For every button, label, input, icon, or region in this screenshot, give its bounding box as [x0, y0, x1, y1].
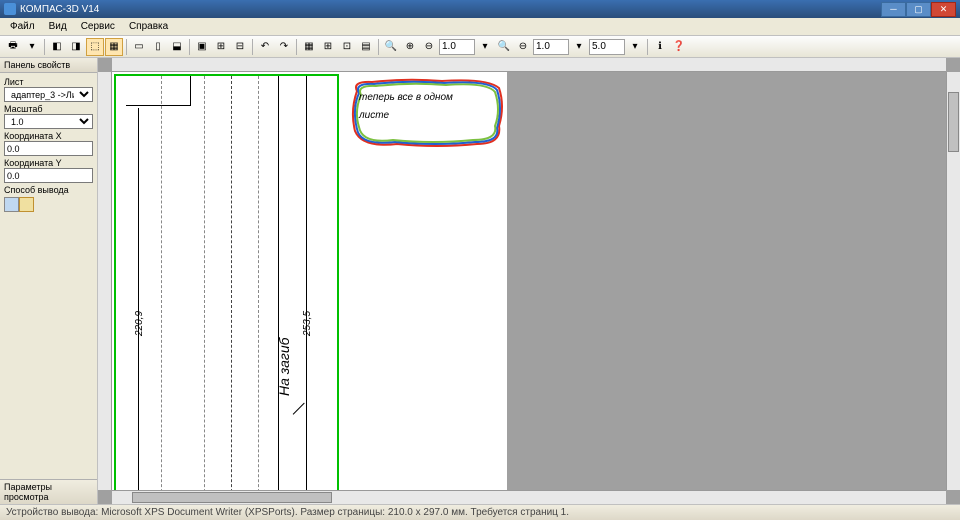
zoom-combo-2[interactable] [533, 39, 569, 55]
ruler-horizontal[interactable] [112, 58, 946, 72]
zoom-dropdown-2[interactable]: ▾ [570, 38, 588, 56]
tool-icon-10[interactable]: ⊟ [231, 38, 249, 56]
sidebar-footer: Параметры просмотра [0, 479, 97, 504]
menu-file[interactable]: Файл [4, 19, 41, 34]
titlebar: КОМПАС-3D V14 ─ ▢ ✕ [0, 0, 960, 18]
menu-help[interactable]: Справка [123, 19, 174, 34]
dim-line-2 [306, 76, 307, 490]
zoom-in-icon[interactable]: ⊕ [401, 38, 419, 56]
statusbar: Устройство вывода: Microsoft XPS Documen… [0, 504, 960, 520]
annotation-bubble: теперь все в одном листе [347, 76, 507, 151]
zoom-icon-3[interactable]: ⊖ [514, 38, 532, 56]
fold-label: На загиб [276, 338, 292, 397]
zoom-dropdown-1[interactable]: ▾ [476, 38, 494, 56]
coordy-input[interactable] [4, 168, 93, 183]
tool-icon-6[interactable]: ▯ [149, 38, 167, 56]
close-button[interactable]: ✕ [931, 2, 956, 17]
canvas-area: 220,9 253,5 На загиб теперь все в одном … [98, 58, 960, 504]
scrollbar-vertical[interactable] [946, 72, 960, 490]
print-dropdown-icon[interactable]: ▾ [23, 38, 41, 56]
scrollbar-horizontal[interactable] [112, 490, 946, 504]
tool-icon-5[interactable]: ▭ [130, 38, 148, 56]
tool-icon-1[interactable]: ◧ [48, 38, 66, 56]
dimension-1: 220,9 [134, 311, 145, 336]
rotate-right-icon[interactable]: ↷ [275, 38, 293, 56]
tool-icon-4[interactable]: ▦ [105, 38, 123, 56]
dimension-2: 253,5 [302, 311, 313, 336]
scale-label: Масштаб [4, 104, 93, 114]
panel-header: Панель свойств [0, 58, 97, 73]
dim-line-1 [138, 108, 139, 490]
grid-icon-2[interactable]: ⊞ [319, 38, 337, 56]
mode-button-1[interactable] [4, 197, 19, 212]
properties-panel: Панель свойств Лист адаптер_3 ->Лист 1 М… [0, 58, 98, 504]
drawing-frame: 220,9 253,5 На загиб [114, 74, 339, 490]
grid-icon-4[interactable]: ▤ [357, 38, 375, 56]
coordx-input[interactable] [4, 141, 93, 156]
tool-icon-3[interactable]: ⬚ [86, 38, 104, 56]
centerline [231, 76, 232, 490]
coordx-label: Координата X [4, 131, 93, 141]
sheet-label: Лист [4, 77, 93, 87]
zoom-combo-3[interactable] [589, 39, 625, 55]
title-block [126, 76, 191, 106]
zoom-fit-icon[interactable]: 🔍 [382, 38, 400, 56]
whatsthis-icon[interactable]: ❓ [670, 38, 688, 56]
minimize-button[interactable]: ─ [881, 2, 906, 17]
rotate-left-icon[interactable]: ↶ [256, 38, 274, 56]
scale-select[interactable]: 1.0 [4, 114, 93, 129]
maximize-button[interactable]: ▢ [906, 2, 931, 17]
ruler-vertical[interactable] [98, 72, 112, 490]
tool-icon-9[interactable]: ⊞ [212, 38, 230, 56]
coordy-label: Координата Y [4, 158, 93, 168]
status-text: Устройство вывода: Microsoft XPS Documen… [6, 507, 569, 518]
menu-service[interactable]: Сервис [75, 19, 121, 34]
page: 220,9 253,5 На загиб теперь все в одном … [112, 72, 507, 490]
zoom-dropdown-3[interactable]: ▾ [626, 38, 644, 56]
window-title: КОМПАС-3D V14 [20, 4, 881, 15]
app-icon [4, 3, 16, 15]
solid-line-1 [278, 76, 279, 490]
menu-view[interactable]: Вид [43, 19, 73, 34]
print-icon[interactable]: 🖶 [4, 38, 22, 56]
mode-button-2[interactable] [19, 197, 34, 212]
dash-line-2 [204, 76, 205, 490]
annotation-text: теперь все в одном листе [359, 88, 453, 124]
tool-icon-7[interactable]: ⬓ [168, 38, 186, 56]
grid-icon-1[interactable]: ▦ [300, 38, 318, 56]
mode-label: Способ вывода [4, 185, 93, 195]
menubar: Файл Вид Сервис Справка [0, 18, 960, 36]
help-icon[interactable]: ℹ [651, 38, 669, 56]
sheet-select[interactable]: адаптер_3 ->Лист 1 [4, 87, 93, 102]
dash-line-1 [161, 76, 162, 490]
dash-line-3 [258, 76, 259, 490]
zoom-icon-2[interactable]: 🔍 [495, 38, 513, 56]
tool-icon-2[interactable]: ◨ [67, 38, 85, 56]
zoom-out-icon[interactable]: ⊖ [420, 38, 438, 56]
tool-icon-8[interactable]: ▣ [193, 38, 211, 56]
grid-icon-3[interactable]: ⊡ [338, 38, 356, 56]
zoom-combo-1[interactable] [439, 39, 475, 55]
arrow-mark [293, 403, 316, 426]
toolbar: 🖶 ▾ ◧ ◨ ⬚ ▦ ▭ ▯ ⬓ ▣ ⊞ ⊟ ↶ ↷ ▦ ⊞ ⊡ ▤ 🔍 ⊕ … [0, 36, 960, 58]
viewport[interactable]: 220,9 253,5 На загиб теперь все в одном … [112, 72, 946, 490]
